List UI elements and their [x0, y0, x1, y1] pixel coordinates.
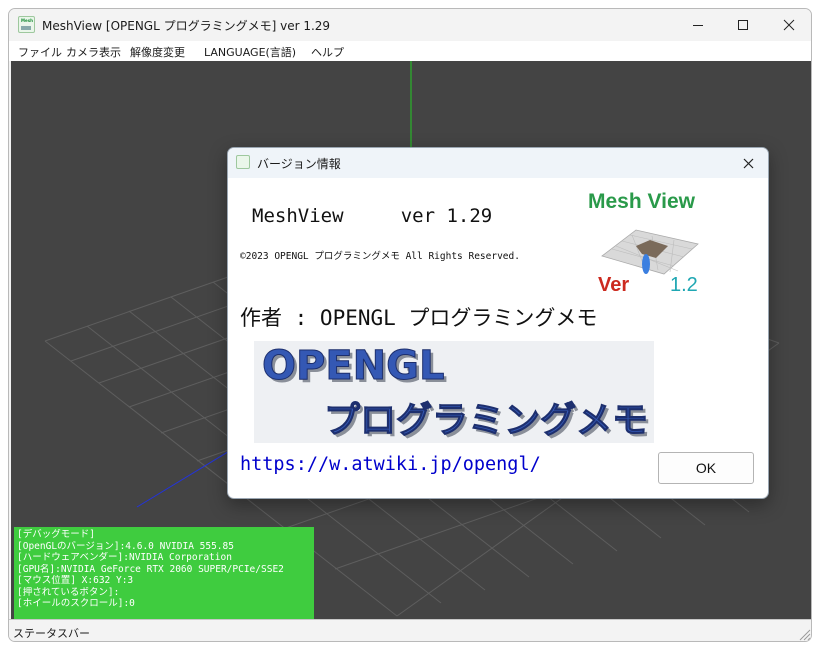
close-icon — [783, 19, 795, 31]
minimize-icon — [693, 25, 703, 26]
maximize-button[interactable] — [720, 9, 766, 41]
copyright-text: ©2023 OPENGL プログラミングメモ All Rights Reserv… — [240, 251, 520, 262]
close-button[interactable] — [766, 9, 811, 41]
status-text: ステータスバー — [13, 627, 90, 640]
opengl-banner-image: OPENGL プログラミングメモ — [254, 341, 654, 443]
debug-buttons-line: [押されているボタン]: — [17, 586, 120, 598]
menu-resolution[interactable]: 解像度変更 — [130, 44, 185, 60]
about-dialog: バージョン情報 MeshView ver 1.29 ©2023 OPENGL プ… — [227, 147, 769, 499]
menu-bar: ファイル カメラ表示 解像度変更 LANGUAGE(言語) ヘルプ — [9, 41, 811, 61]
status-bar: ステータスバー — [9, 619, 811, 641]
close-icon — [743, 158, 753, 168]
debug-wheel-line: [ホイールのスクロール]:0 — [17, 598, 135, 609]
banner-line-2: プログラミングメモ — [323, 400, 649, 442]
dialog-title-bar[interactable]: バージョン情報 — [228, 148, 768, 178]
meshview-logo: Mesh View Ver 1.2 — [580, 186, 730, 301]
debug-gpu-line: [GPU名]:NVIDIA GeForce RTX 2060 SUPER/PCI… — [17, 563, 284, 575]
website-link[interactable]: https://w.atwiki.jp/opengl/ — [240, 454, 541, 475]
logo-ver-label: Ver — [598, 274, 630, 296]
author-text: 作者 : OPENGL プログラミングメモ — [240, 306, 598, 330]
meshview-icon: Mesh — [18, 16, 35, 33]
banner-line-1: OPENGL — [261, 343, 445, 390]
debug-gl-version-line: [OpenGLのバージョン]:4.6.0 NVIDIA 555.85 — [17, 540, 234, 552]
resize-grip-icon[interactable] — [797, 627, 811, 641]
minimize-button[interactable] — [675, 9, 721, 41]
dialog-title: バージョン情報 — [257, 157, 341, 171]
debug-mouse-position-line: [マウス位置] X:632 Y:3 — [17, 575, 134, 586]
debug-panel: [デバッグモード] [OpenGLのバージョン]:4.6.0 NVIDIA 55… — [14, 527, 314, 619]
debug-vendor-line: [ハードウェアベンダー]:NVIDIA Corporation — [17, 552, 232, 563]
debug-mode-line: [デバッグモード] — [17, 529, 95, 540]
menu-help[interactable]: ヘルプ — [311, 44, 344, 60]
title-bar[interactable]: Mesh MeshView [OPENGL プログラミングメモ] ver 1.2… — [9, 9, 811, 41]
meshview-icon — [236, 155, 250, 169]
maximize-icon — [738, 20, 748, 30]
menu-camera[interactable]: カメラ表示 — [66, 44, 121, 60]
ok-button[interactable]: OK — [658, 452, 754, 484]
dialog-close-button[interactable] — [734, 151, 762, 175]
window-title: MeshView [OPENGL プログラミングメモ] ver 1.29 — [42, 19, 331, 33]
menu-file[interactable]: ファイル — [18, 44, 62, 60]
menu-language[interactable]: LANGUAGE(言語) — [204, 44, 296, 60]
app-version-text: MeshView ver 1.29 — [252, 205, 493, 227]
logo-version-number: 1.2 — [670, 274, 698, 296]
